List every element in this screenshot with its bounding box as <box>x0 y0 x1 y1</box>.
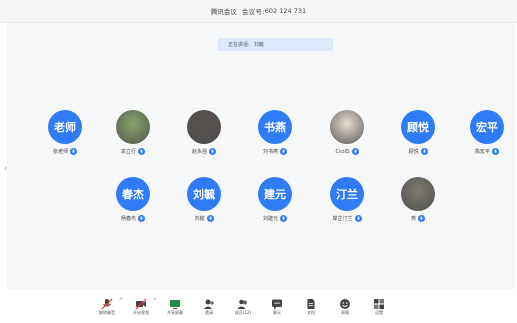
toolbar-button-share-screen[interactable]: 共享屏幕 <box>158 293 192 321</box>
mic-icon <box>206 215 214 222</box>
participant-name-row: 杨春杰 <box>108 215 158 222</box>
participant-name: 赵永强 <box>191 149 207 155</box>
mic-icon <box>280 215 287 222</box>
mic-icon <box>418 215 425 222</box>
participant-name: 张老师 <box>52 149 68 155</box>
mic-icon <box>70 148 77 155</box>
avatar: 宏平 <box>470 110 504 144</box>
emoji-icon <box>339 295 351 309</box>
toolbar-button-emoji[interactable]: 表情 <box>328 293 362 321</box>
participant-name: 顾悦 <box>408 149 419 155</box>
members-icon <box>237 295 249 309</box>
toolbar-label: 邀请 <box>205 310 213 315</box>
toolbar-label: 共享屏幕 <box>167 310 183 315</box>
meeting-id: 602 124 731 <box>264 7 307 15</box>
participant-name: 陈宏平 <box>474 149 490 155</box>
participant-tile[interactable]: 顾悦 顾悦 <box>393 110 443 170</box>
participant-tile[interactable]: 春杰杨春杰 <box>108 177 158 237</box>
toolbar-label: 表情 <box>341 310 349 315</box>
participant-name-row: 岸芷汀兰 <box>322 215 372 222</box>
toolbar-label: 文档 <box>307 310 315 315</box>
chat-icon <box>271 295 283 310</box>
avatar <box>116 110 150 144</box>
participant-tile[interactable]: 宏平陈宏平 <box>462 110 512 170</box>
toolbar-button-settings[interactable]: 设置 <box>362 293 396 321</box>
speaking-indicator: 正在讲话: 刘毓 <box>218 38 333 51</box>
mic-icon <box>209 148 216 155</box>
participant-name-row: 赵永强 <box>179 148 229 155</box>
toolbar-label: 成员(12) <box>234 310 252 315</box>
participant-name-row: 张老师 <box>40 148 90 155</box>
participant-name-row: 刘书燕 <box>250 148 300 155</box>
invite-icon <box>203 295 215 309</box>
avatar: 顾悦 <box>401 110 435 144</box>
avatar <box>330 110 364 144</box>
avatar: 汀兰 <box>330 177 364 211</box>
participant-name: 燕 <box>410 216 416 222</box>
participant-name: 袁立行 <box>120 149 136 155</box>
avatar: 春杰 <box>116 177 150 211</box>
meeting-id-label: 会议号: <box>241 8 265 16</box>
title-bar: 腾讯会议 会议号: 602 124 731 <box>0 0 517 23</box>
app-title: 腾讯会议 <box>210 8 237 16</box>
participant-tile[interactable]: 袁立行 <box>108 110 158 170</box>
mic-icon <box>138 148 145 155</box>
document-icon <box>305 295 317 309</box>
toolbar-label: 设置 <box>375 310 383 315</box>
participant-name-row: 顾悦 <box>393 148 443 155</box>
avatar: 老师 <box>48 110 82 144</box>
participant-name: Cici石 <box>335 149 350 155</box>
participant-name: 刘书燕 <box>262 149 278 155</box>
speaking-label: 正在讲话: <box>228 42 250 48</box>
mic-icon <box>354 215 362 222</box>
participant-tile[interactable]: 燕 <box>393 177 443 237</box>
participant-name-row: 袁立行 <box>108 148 158 155</box>
mic-icon <box>280 148 287 155</box>
toolbar-label: 聊天 <box>273 310 281 315</box>
mic-muted-icon <box>101 295 113 310</box>
participant-tile[interactable]: Cici石 <box>322 110 372 170</box>
participant-tile[interactable]: 赵永强 <box>179 110 229 170</box>
participant-tile[interactable]: 汀兰 岸芷汀兰 <box>322 177 372 237</box>
toolbar-button-members[interactable]: 成员(12) <box>226 293 260 321</box>
participant-name: 杨春杰 <box>120 216 136 222</box>
avatar <box>187 110 221 144</box>
participant-name-row: 刘毓 <box>179 215 229 222</box>
toolbar-button-chat[interactable]: 聊天 <box>260 293 294 321</box>
avatar: 刘毓 <box>187 177 221 211</box>
participant-name: 刘建元 <box>262 216 278 222</box>
toolbar-button-document[interactable]: 文档 <box>294 293 328 321</box>
participant-tile[interactable]: 书燕刘书燕 <box>250 110 300 170</box>
mic-icon <box>420 148 428 155</box>
video-off-icon <box>135 295 147 310</box>
speaking-name: 刘毓 <box>253 42 264 48</box>
mic-icon <box>138 215 145 222</box>
mic-icon <box>351 148 359 155</box>
caret-up-icon[interactable]: ^ <box>153 298 157 304</box>
share-screen-icon <box>169 295 181 309</box>
toolbar-label: 开启视频 <box>133 310 149 315</box>
participant-tile[interactable]: 建元刘建元 <box>250 177 300 237</box>
chevron-left-icon[interactable]: ‹ <box>4 164 8 174</box>
meeting-toolbar: 解除静音 ^ 开启视频 ^ 共享屏幕 邀请 成员(12) 聊天 文档 表情 设置 <box>90 293 410 321</box>
participant-tile[interactable]: 刘毓 刘毓 <box>179 177 229 237</box>
participant-name-row: 刘建元 <box>250 215 300 222</box>
participant-name: 刘毓 <box>194 216 205 222</box>
toolbar-button-video-off[interactable]: 开启视频 ^ <box>124 293 158 321</box>
participant-name-row: 燕 <box>393 215 443 222</box>
avatar <box>401 177 435 211</box>
participant-tile[interactable]: 老师张老师 <box>40 110 90 170</box>
mic-icon <box>492 148 499 155</box>
participant-name-row: Cici石 <box>322 148 372 155</box>
settings-icon <box>373 295 385 309</box>
avatar: 建元 <box>258 177 292 211</box>
toolbar-label: 解除静音 <box>99 310 115 315</box>
caret-up-icon[interactable]: ^ <box>119 298 123 304</box>
avatar: 书燕 <box>258 110 292 144</box>
participant-name: 岸芷汀兰 <box>332 216 353 222</box>
participant-name-row: 陈宏平 <box>462 148 512 155</box>
toolbar-button-mic-muted[interactable]: 解除静音 ^ <box>90 293 124 321</box>
toolbar-button-invite[interactable]: 邀请 <box>192 293 226 321</box>
